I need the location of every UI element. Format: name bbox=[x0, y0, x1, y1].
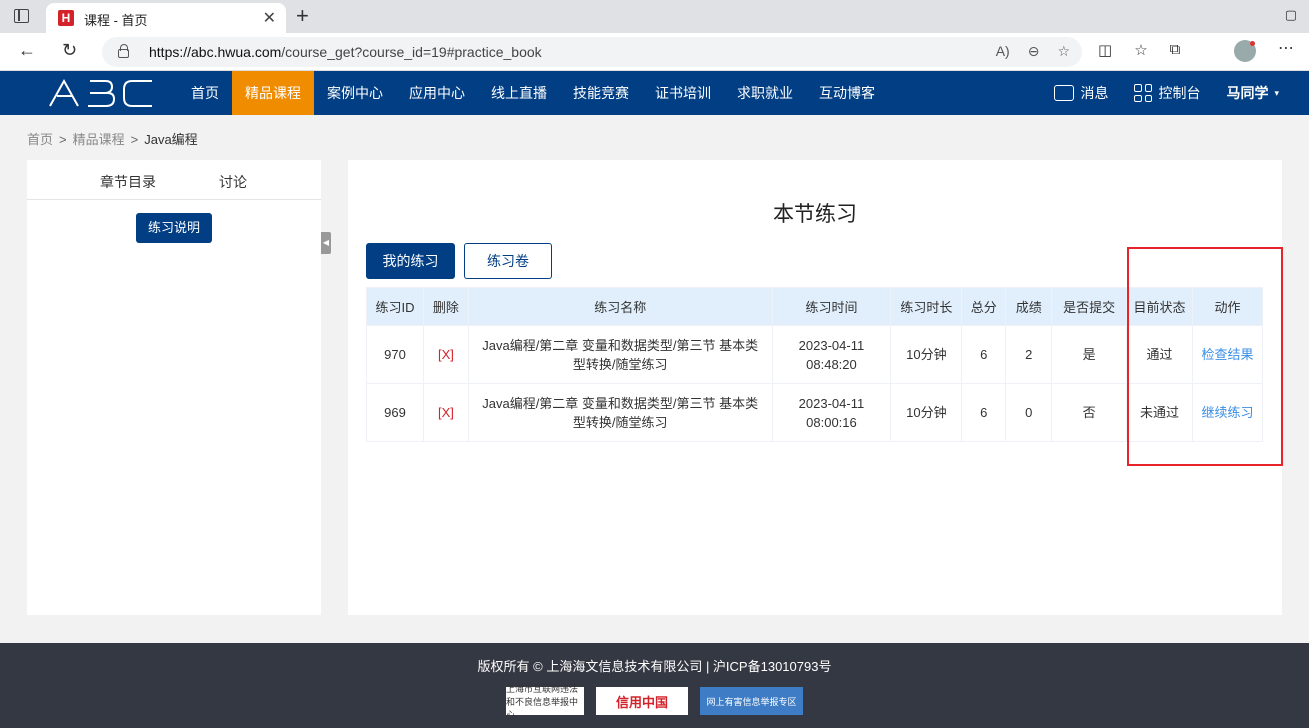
address-bar-row: ← ↻ https://abc.hwua.com/course_get?cour… bbox=[0, 33, 1309, 71]
col-header: 练习名称 bbox=[467, 287, 773, 326]
nav-item-blog[interactable]: 互动博客 bbox=[806, 71, 888, 115]
nav-item-live[interactable]: 线上直播 bbox=[478, 71, 560, 115]
breadcrumb-current: Java编程 bbox=[144, 132, 198, 147]
cell-id: 969 bbox=[366, 383, 424, 442]
console-link[interactable]: 控制台 bbox=[1134, 83, 1200, 103]
cell-time: 2023-04-11 08:00:16 bbox=[771, 383, 892, 442]
cell-submitted: 是 bbox=[1051, 325, 1128, 384]
report-center-badge[interactable]: 上海市互联网违法和不良信息举报中心 bbox=[506, 684, 584, 720]
my-practice-tab[interactable]: 我的练习 bbox=[366, 243, 455, 279]
restore-window-icon[interactable]: ▢ bbox=[1285, 7, 1297, 23]
cell-score: 0 bbox=[1005, 383, 1053, 442]
abc-logo[interactable] bbox=[48, 78, 156, 108]
more-icon[interactable]: ⋯ bbox=[1278, 38, 1294, 58]
console-label: 控制台 bbox=[1158, 85, 1201, 101]
highlight-box bbox=[1127, 247, 1283, 466]
nav-item-cases[interactable]: 案例中心 bbox=[314, 71, 396, 115]
cell-name: Java编程/第二章 变量和数据类型/第三节 基本类型转换/随堂练习 bbox=[467, 325, 773, 384]
cell-date: 2023-04-11 bbox=[798, 337, 865, 353]
favorite-add-icon[interactable]: ☆ bbox=[1057, 43, 1070, 60]
col-header: 成绩 bbox=[1005, 287, 1053, 326]
cell-total: 6 bbox=[961, 325, 1007, 384]
breadcrumb: 首页 > 精品课程 > Java编程 bbox=[27, 132, 198, 147]
caret-down-icon: ▾ bbox=[1274, 87, 1279, 98]
cell-clock: 08:48:20 bbox=[806, 356, 857, 372]
read-aloud-icon[interactable]: A) bbox=[996, 43, 1010, 60]
copyright-text: 版权所有 © 上海海文信息技术有限公司 | 沪ICP备13010793号 bbox=[477, 659, 832, 674]
col-header: 练习ID bbox=[366, 287, 424, 326]
nav-item-home[interactable]: 首页 bbox=[178, 71, 232, 115]
page-title: 本节练习 bbox=[773, 203, 857, 226]
col-header: 是否提交 bbox=[1051, 287, 1128, 326]
grid-icon bbox=[1134, 84, 1153, 102]
credit-china-badge[interactable]: 信用中国 bbox=[596, 687, 688, 715]
delete-link[interactable]: [X] bbox=[422, 383, 469, 442]
tab-title: 课程 - 首页 bbox=[84, 13, 148, 28]
col-header: 练习时长 bbox=[890, 287, 963, 326]
delete-link[interactable]: [X] bbox=[422, 325, 469, 384]
user-name: 马同学 bbox=[1226, 85, 1269, 101]
practice-paper-tab[interactable]: 练习卷 bbox=[464, 243, 552, 279]
collections-icon[interactable]: ⧉ bbox=[1170, 41, 1181, 59]
user-menu[interactable]: 马同学 ▾ bbox=[1226, 83, 1279, 103]
cell-total: 6 bbox=[961, 383, 1007, 442]
favorites-icon[interactable]: ☆ bbox=[1134, 41, 1147, 59]
url-text: https://abc.hwua.com/course_get?course_i… bbox=[149, 44, 542, 60]
site-favicon-icon: H bbox=[58, 10, 74, 26]
nav-item-apps[interactable]: 应用中心 bbox=[396, 71, 478, 115]
col-header: 练习时间 bbox=[771, 287, 892, 326]
col-header: 删除 bbox=[422, 287, 469, 326]
browser-tab[interactable]: H 课程 - 首页 ✕ bbox=[46, 3, 286, 33]
cell-name: Java编程/第二章 变量和数据类型/第三节 基本类型转换/随堂练习 bbox=[467, 383, 773, 442]
message-icon bbox=[1054, 85, 1075, 101]
close-tab-icon[interactable]: ✕ bbox=[263, 8, 276, 28]
cell-duration: 10分钟 bbox=[890, 383, 963, 442]
cell-date: 2023-04-11 bbox=[798, 395, 865, 411]
zoom-icon[interactable]: ⊖ bbox=[1028, 43, 1040, 60]
split-screen-icon[interactable]: ◫ bbox=[1098, 41, 1112, 59]
browser-tab-bar: H 课程 - 首页 ✕ + ▢ bbox=[0, 0, 1309, 33]
tab-discussion[interactable]: 讨论 bbox=[219, 172, 247, 192]
nav-item-courses[interactable]: 精品课程 bbox=[232, 71, 314, 115]
nav-item-jobs[interactable]: 求职就业 bbox=[724, 71, 806, 115]
cell-submitted: 否 bbox=[1051, 383, 1128, 442]
window-menu-icon[interactable] bbox=[14, 9, 29, 23]
nav-item-contest[interactable]: 技能竞赛 bbox=[560, 71, 642, 115]
harmful-info-badge[interactable]: 网上有害信息举报专区 bbox=[700, 687, 803, 715]
collapse-sidebar-icon[interactable]: ◀ bbox=[321, 232, 331, 254]
messages-link[interactable]: 消息 bbox=[1054, 83, 1108, 103]
lock-icon bbox=[118, 44, 129, 58]
cell-score: 2 bbox=[1005, 325, 1053, 384]
breadcrumb-home[interactable]: 首页 bbox=[27, 132, 53, 147]
url-field[interactable]: https://abc.hwua.com/course_get?course_i… bbox=[102, 37, 1082, 67]
footer: 版权所有 © 上海海文信息技术有限公司 | 沪ICP备13010793号 上海市… bbox=[0, 643, 1309, 728]
back-icon[interactable]: ← bbox=[18, 40, 36, 61]
tab-chapters[interactable]: 章节目录 bbox=[100, 172, 156, 192]
refresh-icon[interactable]: ↻ bbox=[62, 40, 77, 61]
messages-label: 消息 bbox=[1080, 85, 1109, 101]
cell-time: 2023-04-11 08:48:20 bbox=[771, 325, 892, 384]
sidebar-tabs: 章节目录 讨论 bbox=[27, 160, 321, 200]
site-navbar: 首页 精品课程 案例中心 应用中心 线上直播 技能竞赛 证书培训 求职就业 互动… bbox=[0, 71, 1309, 115]
cell-id: 970 bbox=[366, 325, 424, 384]
cell-duration: 10分钟 bbox=[890, 325, 963, 384]
practice-explain-button[interactable]: 练习说明 bbox=[136, 213, 212, 243]
breadcrumb-courses[interactable]: 精品课程 bbox=[73, 132, 125, 147]
nav-item-certificate[interactable]: 证书培训 bbox=[642, 71, 724, 115]
col-header: 总分 bbox=[961, 287, 1007, 326]
new-tab-icon[interactable]: + bbox=[296, 3, 309, 29]
cell-clock: 08:00:16 bbox=[806, 414, 857, 430]
sidebar-panel: 章节目录 讨论 练习说明 bbox=[27, 160, 321, 615]
notification-dot bbox=[1250, 41, 1255, 46]
